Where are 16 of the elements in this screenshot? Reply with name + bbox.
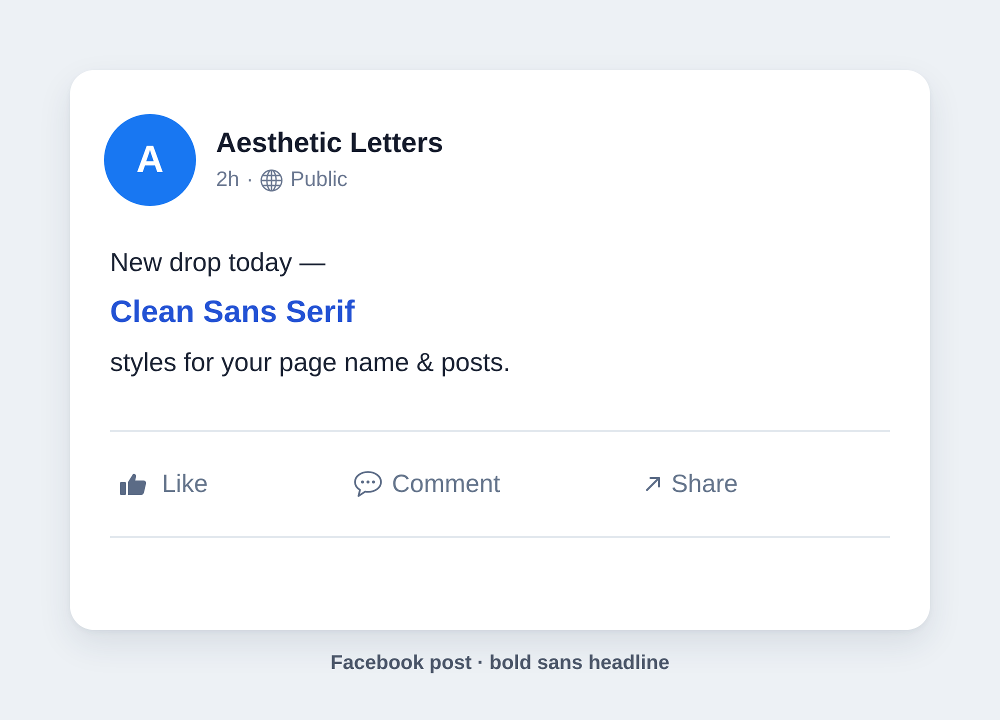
like-button[interactable]: Like [120,469,208,499]
thumbs-up-icon [120,472,147,496]
meta-separator: · [246,167,254,193]
page-name: Aesthetic Letters [216,126,444,160]
avatar: A [104,114,196,206]
audience-label: Public [290,167,348,193]
post-time: 2h [216,167,240,193]
globe-icon [260,168,284,192]
caption-text: Facebook post · bold sans headline [330,651,670,676]
share-button[interactable]: Share [645,469,738,499]
comment-button[interactable]: Comment [352,469,500,499]
post-text: New drop today — [110,246,326,279]
speech-bubble-icon [352,470,383,498]
arrow-up-right-icon [645,476,662,492]
headline-text: Clean Sans Serif [110,293,356,331]
post-text: styles for your page name & posts. [110,346,512,379]
